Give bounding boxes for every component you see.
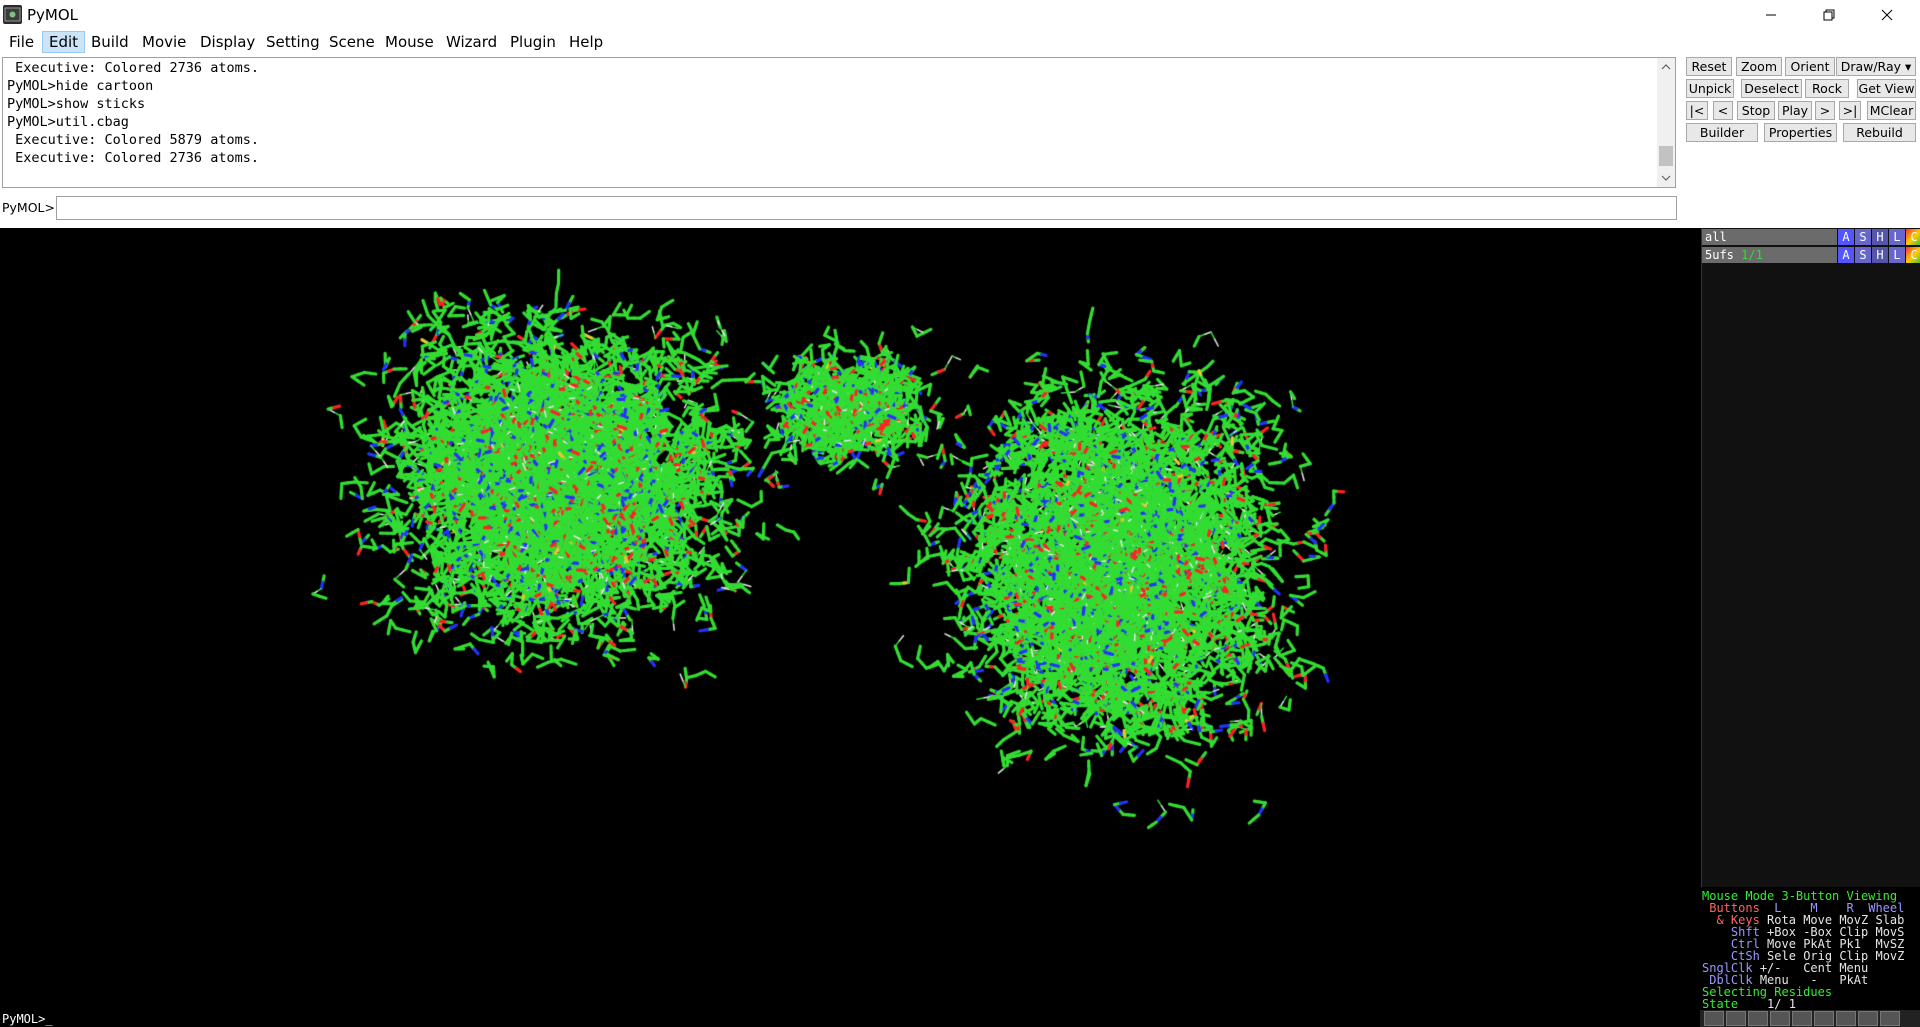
- get-view-button[interactable]: Get View: [1857, 79, 1916, 98]
- full-icon[interactable]: [1880, 1011, 1900, 1026]
- console-line: Executive: Colored 5879 atoms.: [7, 132, 259, 148]
- builder-button[interactable]: Builder: [1686, 123, 1758, 142]
- status-bar: PyMOL>_: [0, 1010, 1920, 1027]
- restore-icon: [1823, 9, 1835, 21]
- show-button[interactable]: S: [1855, 229, 1871, 245]
- chevron-up-icon: [1661, 64, 1671, 70]
- mouse-mode-panel[interactable]: Mouse Mode 3-Button Viewing Buttons L M …: [1700, 887, 1920, 1010]
- label-button[interactable]: L: [1889, 229, 1905, 245]
- state-value: 1/ 1: [1767, 997, 1796, 1011]
- rock-button[interactable]: Rock: [1805, 79, 1849, 98]
- console-line: PyMOL>util.cbag: [7, 114, 129, 130]
- console-line: PyMOL>show sticks: [7, 96, 146, 112]
- rewind-icon[interactable]: [1704, 1011, 1724, 1026]
- mclear-button[interactable]: MClear: [1867, 101, 1916, 120]
- prev-frame-button[interactable]: <: [1713, 101, 1733, 120]
- molecule-viewer[interactable]: [0, 228, 1700, 1010]
- console-output[interactable]: Executive: Colored 2736 atoms. PyMOL>hide…: [2, 57, 1676, 188]
- object-row-all[interactable]: all A S H L C: [1702, 229, 1920, 245]
- back-icon[interactable]: [1726, 1011, 1746, 1026]
- menu-display[interactable]: Display: [194, 31, 261, 53]
- zoom-button[interactable]: Zoom: [1736, 57, 1782, 76]
- reset-button[interactable]: Reset: [1686, 57, 1732, 76]
- close-icon: [1881, 9, 1893, 21]
- object-name-text: 5ufs: [1705, 248, 1734, 262]
- draw-ray-button[interactable]: Draw/Ray ▾: [1836, 57, 1916, 76]
- title-bar: PyMOL: [0, 0, 1920, 30]
- next-frame-button[interactable]: >: [1815, 101, 1835, 120]
- row-val: MovZ: [1875, 949, 1905, 963]
- action-button[interactable]: A: [1838, 229, 1854, 245]
- pymol-app-icon: [3, 5, 22, 24]
- menu-mouse[interactable]: Mouse: [379, 31, 440, 53]
- state-label: State: [1702, 997, 1739, 1011]
- menu-plugin[interactable]: Plugin: [504, 31, 562, 53]
- hide-button[interactable]: H: [1872, 229, 1888, 245]
- menu-help[interactable]: Help: [563, 31, 609, 53]
- object-row-5ufs[interactable]: 5ufs 1/1 A S H L C: [1702, 247, 1920, 263]
- scroll-up-button[interactable]: [1657, 58, 1675, 76]
- menu-scene[interactable]: Scene: [323, 31, 381, 53]
- console-line: Executive: Colored 2736 atoms.: [7, 60, 259, 76]
- stop-icon[interactable]: [1748, 1011, 1768, 1026]
- row-val: PkAt: [1839, 973, 1869, 987]
- menu-edit[interactable]: Edit: [42, 31, 86, 53]
- properties-button[interactable]: Properties: [1764, 123, 1837, 142]
- status-prompt: PyMOL>_: [2, 1012, 53, 1026]
- unpick-button[interactable]: Unpick: [1686, 79, 1734, 98]
- menu-file[interactable]: File: [3, 31, 40, 53]
- play-button[interactable]: Play: [1778, 101, 1812, 120]
- label-button[interactable]: L: [1889, 247, 1905, 263]
- menu-build[interactable]: Build: [85, 31, 135, 53]
- console-scrollbar[interactable]: [1657, 58, 1675, 187]
- restore-button[interactable]: [1806, 0, 1852, 30]
- color-button[interactable]: C: [1906, 229, 1920, 245]
- object-state: 1/1: [1741, 248, 1763, 262]
- object-name-text: all: [1705, 230, 1727, 244]
- rebuild-button[interactable]: Rebuild: [1843, 123, 1916, 142]
- window-title: PyMOL: [27, 6, 79, 24]
- close-button[interactable]: [1864, 0, 1910, 30]
- movie-transport-controls: [1700, 1010, 1920, 1027]
- scene-icon[interactable]: [1836, 1011, 1856, 1026]
- scroll-down-button[interactable]: [1657, 169, 1675, 187]
- console-line: PyMOL>hide cartoon: [7, 78, 154, 94]
- scroll-thumb[interactable]: [1659, 146, 1673, 166]
- command-input[interactable]: [56, 196, 1677, 220]
- object-name[interactable]: 5ufs 1/1: [1702, 247, 1837, 263]
- menu-wizard[interactable]: Wizard: [440, 31, 503, 53]
- console-text: Executive: Colored 2736 atoms. PyMOL>hide…: [7, 59, 259, 167]
- color-button[interactable]: C: [1906, 247, 1920, 263]
- menu-bar: File Edit Build Movie Display Setting Sc…: [0, 30, 1920, 54]
- action-button[interactable]: A: [1838, 247, 1854, 263]
- molecule-render[interactable]: [0, 228, 1700, 1010]
- show-button[interactable]: S: [1855, 247, 1871, 263]
- menu-movie[interactable]: Movie: [136, 31, 192, 53]
- play-icon[interactable]: [1770, 1011, 1790, 1026]
- command-prompt-label: PyMOL>: [2, 200, 55, 215]
- orient-button[interactable]: Orient: [1785, 57, 1835, 76]
- forward-icon[interactable]: [1792, 1011, 1812, 1026]
- minimize-icon: [1766, 14, 1776, 16]
- down-icon[interactable]: [1858, 1011, 1878, 1026]
- first-frame-button[interactable]: |<: [1686, 101, 1708, 120]
- state-line: State 1/ 1: [1702, 998, 1796, 1010]
- hide-button[interactable]: H: [1872, 247, 1888, 263]
- menu-setting[interactable]: Setting: [260, 31, 326, 53]
- end-icon[interactable]: [1814, 1011, 1834, 1026]
- console-line: Executive: Colored 2736 atoms.: [7, 150, 259, 166]
- minimize-button[interactable]: [1748, 0, 1794, 30]
- last-frame-button[interactable]: >|: [1839, 101, 1861, 120]
- stop-button[interactable]: Stop: [1737, 101, 1775, 120]
- chevron-down-icon: [1661, 175, 1671, 181]
- object-name[interactable]: all: [1702, 229, 1837, 245]
- deselect-button[interactable]: Deselect: [1741, 79, 1802, 98]
